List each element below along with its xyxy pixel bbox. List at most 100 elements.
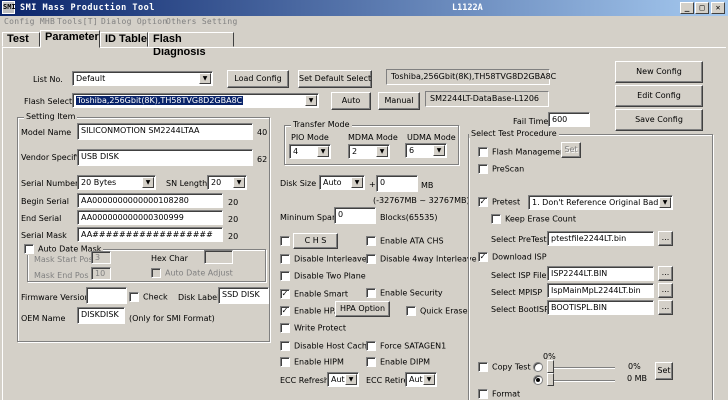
enable-dipm-checkbox[interactable]: Enable DIPM: [366, 357, 430, 368]
set-default-select-button[interactable]: Set Default Select: [298, 70, 372, 88]
hpa-option-button[interactable]: HPA Option: [335, 301, 390, 317]
oem-name-input[interactable]: DISKDISK: [77, 307, 125, 324]
serial-number-select[interactable]: 20 Bytes ▼: [77, 175, 156, 190]
copy-test-checkbox[interactable]: Copy Test: [478, 362, 531, 373]
menu-tools[interactable]: Tools[T]: [57, 17, 98, 26]
chs-button[interactable]: C H S: [293, 233, 338, 249]
pio-mode-select[interactable]: 4 ▼: [289, 144, 331, 159]
firmware-version-label: Firmware Version: [21, 293, 90, 302]
mask-start-pos-label: Mask Start Pos: [34, 255, 93, 264]
load-config-button[interactable]: Load Config: [227, 70, 289, 88]
copy-mode-radio-percent[interactable]: [533, 362, 543, 372]
browse-bootisp-button[interactable]: ...: [658, 300, 673, 315]
list-no-select[interactable]: Default ▼: [72, 71, 213, 86]
hex-char-input[interactable]: [204, 250, 233, 264]
minimum-spare-input[interactable]: 0: [334, 207, 376, 224]
new-config-button[interactable]: New Config: [615, 61, 703, 83]
check-icon: ✓: [478, 252, 488, 262]
close-icon[interactable]: ✕: [711, 2, 725, 14]
mdma-mode-select[interactable]: 2 ▼: [348, 144, 390, 159]
browse-mpisp-button[interactable]: ...: [658, 283, 673, 298]
vendor-specific-input[interactable]: USB DISK: [77, 149, 253, 166]
mask-end-pos-input[interactable]: 10: [91, 267, 111, 280]
end-serial-input[interactable]: AA000000000000300999: [77, 210, 223, 225]
disk-label-input[interactable]: SSD DISK: [218, 287, 269, 304]
firmware-version-input[interactable]: [86, 287, 127, 304]
enable-security-checkbox[interactable]: Enable Security: [366, 288, 443, 299]
enable-hipm-checkbox[interactable]: Enable HIPM: [280, 357, 344, 368]
ecc-retire-select[interactable]: Auto ▼: [405, 372, 437, 387]
format-checkbox[interactable]: Format: [478, 389, 520, 400]
flash-select-dropdown[interactable]: Toshiba,256Gbit(8K),TH58TVG8D2GBA8C ▼: [72, 93, 319, 108]
flash-management-set-button[interactable]: Set: [561, 142, 581, 158]
enable-ata-chs-checkbox[interactable]: Enable ATA CHS: [366, 236, 444, 247]
write-protect-checkbox[interactable]: Write Protect: [280, 323, 346, 334]
select-bootisp-input[interactable]: BOOTISPL.BIN: [547, 300, 654, 315]
maximize-icon[interactable]: □: [695, 2, 709, 14]
tab-parameter[interactable]: Parameter: [40, 30, 100, 48]
vendor-specific-label: Vendor Specific: [21, 153, 83, 162]
chs-checkbox[interactable]: [280, 236, 294, 247]
mask-end-pos-label: Mask End Pos: [34, 271, 89, 280]
enable-hpa-checkbox[interactable]: ✓ Enable HPA: [280, 306, 340, 317]
copy-mb-slider-thumb[interactable]: [547, 373, 554, 386]
minimize-icon[interactable]: _: [680, 2, 694, 14]
sn-length-select[interactable]: 20 ▼: [207, 175, 247, 190]
disk-size-input[interactable]: 0: [376, 175, 418, 192]
quick-erase-checkbox[interactable]: Quick Erase: [406, 306, 468, 317]
firmware-check-checkbox[interactable]: Check: [129, 292, 168, 303]
disk-size-select[interactable]: Auto ▼: [319, 175, 365, 190]
pretest-checkbox[interactable]: ✓ Pretest: [478, 197, 520, 208]
disable-interleave-checkbox[interactable]: Disable Interleave: [280, 254, 367, 265]
udma-mode-label: UDMA Mode: [407, 133, 456, 142]
auto-date-adjust-checkbox[interactable]: Auto Date Adjust: [151, 268, 233, 279]
prescan-checkbox[interactable]: PreScan: [478, 164, 524, 175]
copy-percent-slider[interactable]: [547, 367, 615, 369]
browse-isp-button[interactable]: ...: [658, 266, 673, 281]
pretest-option-select[interactable]: 1. Don't Reference Original Bad ▼: [528, 195, 673, 210]
browse-pretest-button[interactable]: ...: [658, 231, 673, 246]
mdma-mode-label: MDMA Mode: [348, 133, 398, 142]
copy-mb-slider[interactable]: [547, 380, 615, 382]
disable-4way-interleave-checkbox[interactable]: Disable 4way Interleave: [366, 254, 477, 265]
disable-host-cache-checkbox[interactable]: Disable Host Cache: [280, 341, 372, 352]
flash-management-checkbox[interactable]: Flash Management: [478, 147, 568, 158]
edit-config-button[interactable]: Edit Config: [615, 85, 703, 107]
checkbox-icon: [280, 271, 290, 281]
keep-erase-count-checkbox[interactable]: Keep Erase Count: [491, 214, 576, 225]
auto-button[interactable]: Auto: [331, 92, 371, 110]
check-icon: ✓: [478, 197, 488, 207]
fail-timeout-input[interactable]: 600: [548, 112, 590, 127]
serial-mask-input[interactable]: AA##################: [77, 227, 223, 242]
begin-serial-input[interactable]: AA0000000000000108280: [77, 193, 223, 208]
ecc-refresh-label: ECC Refresh: [280, 376, 329, 385]
tab-test[interactable]: Test: [2, 32, 40, 47]
menu-others-setting[interactable]: Others Setting: [166, 17, 238, 26]
select-isp-input[interactable]: ISP2244LT.BIN: [547, 266, 654, 281]
model-name-input[interactable]: SILICONMOTION SM2244LTAA: [77, 123, 253, 140]
manual-button[interactable]: Manual: [378, 92, 420, 110]
select-pretest-input[interactable]: ptestfile2244LT.bin: [547, 231, 654, 246]
mask-start-pos-input[interactable]: 3: [91, 251, 111, 264]
select-mpisp-input[interactable]: IspMainMpL2244LT.bin: [547, 283, 654, 298]
disable-two-plane-checkbox[interactable]: Disable Two Plane: [280, 271, 366, 282]
chevron-down-icon: ▼: [423, 374, 435, 385]
tab-flash-diagnosis[interactable]: Flash Diagnosis: [148, 32, 234, 58]
ecc-refresh-select[interactable]: Auto ▼: [327, 372, 359, 387]
menu-dialog-option[interactable]: Dialog Option: [101, 17, 168, 26]
disk-size-unit: MB: [421, 181, 434, 190]
tab-id-table[interactable]: ID Table: [100, 32, 148, 47]
udma-mode-select[interactable]: 6 ▼: [405, 143, 447, 158]
download-isp-checkbox[interactable]: ✓ Download ISP: [478, 252, 547, 263]
enable-smart-checkbox[interactable]: ✓ Enable Smart: [280, 289, 348, 300]
checkbox-icon: [366, 236, 376, 246]
copy-mode-radio-mb[interactable]: [533, 375, 543, 385]
save-config-button[interactable]: Save Config: [615, 109, 703, 131]
disk-size-sign: +: [369, 180, 376, 189]
copy-test-set-button[interactable]: Set: [655, 362, 673, 380]
sn-length-label: SN Length: [166, 179, 208, 188]
app-icon: SMI: [2, 1, 16, 14]
menu-config-mhb[interactable]: Config MHB: [4, 17, 55, 26]
copy-percent-slider-thumb[interactable]: [547, 360, 554, 373]
force-satagen1-checkbox[interactable]: Force SATAGEN1: [366, 341, 446, 352]
